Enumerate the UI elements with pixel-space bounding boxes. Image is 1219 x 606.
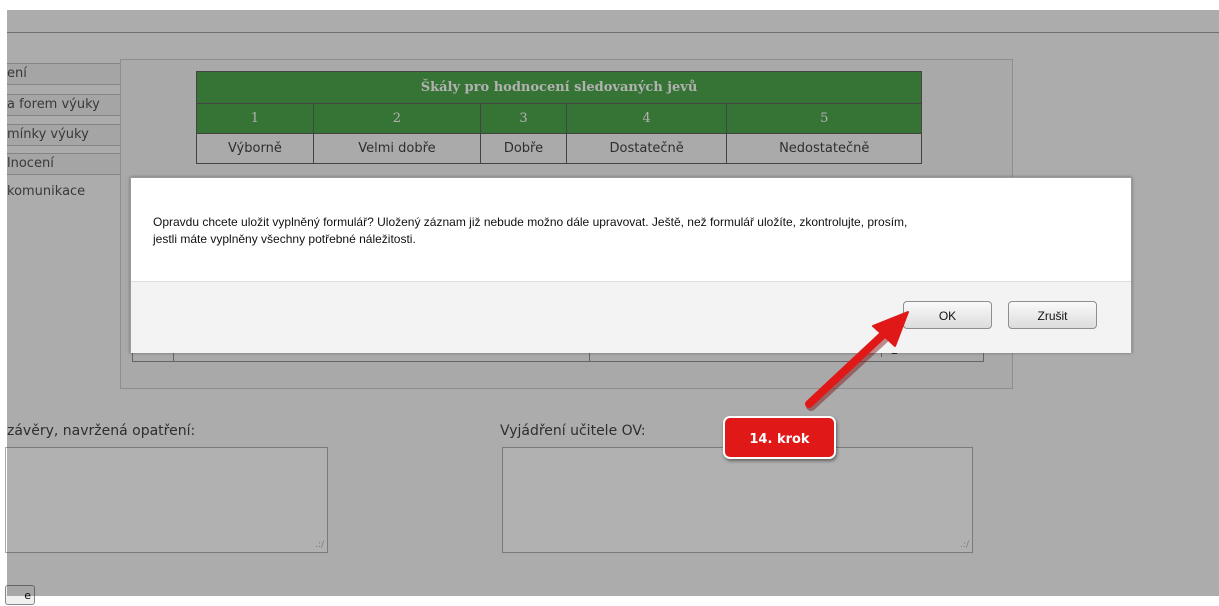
step-badge: 14. krok xyxy=(723,416,836,459)
top-strip xyxy=(0,0,1219,10)
dialog-message-line: Opravdu chcete uložit vyplněný formulář?… xyxy=(153,215,908,229)
dialog-message: Opravdu chcete uložit vyplněný formulář?… xyxy=(153,214,1113,248)
dialog-message-line: jestli máte vyplněny všechny potřebné ná… xyxy=(153,232,416,246)
cancel-button[interactable]: Zrušit xyxy=(1008,301,1097,329)
confirm-dialog: Opravdu chcete uložit vyplněný formulář?… xyxy=(130,177,1132,353)
dialog-footer: OK Zrušit xyxy=(131,281,1131,353)
ok-button[interactable]: OK xyxy=(903,301,992,329)
page: ení a forem výuky mínky výuky lnocení ko… xyxy=(0,0,1219,605)
